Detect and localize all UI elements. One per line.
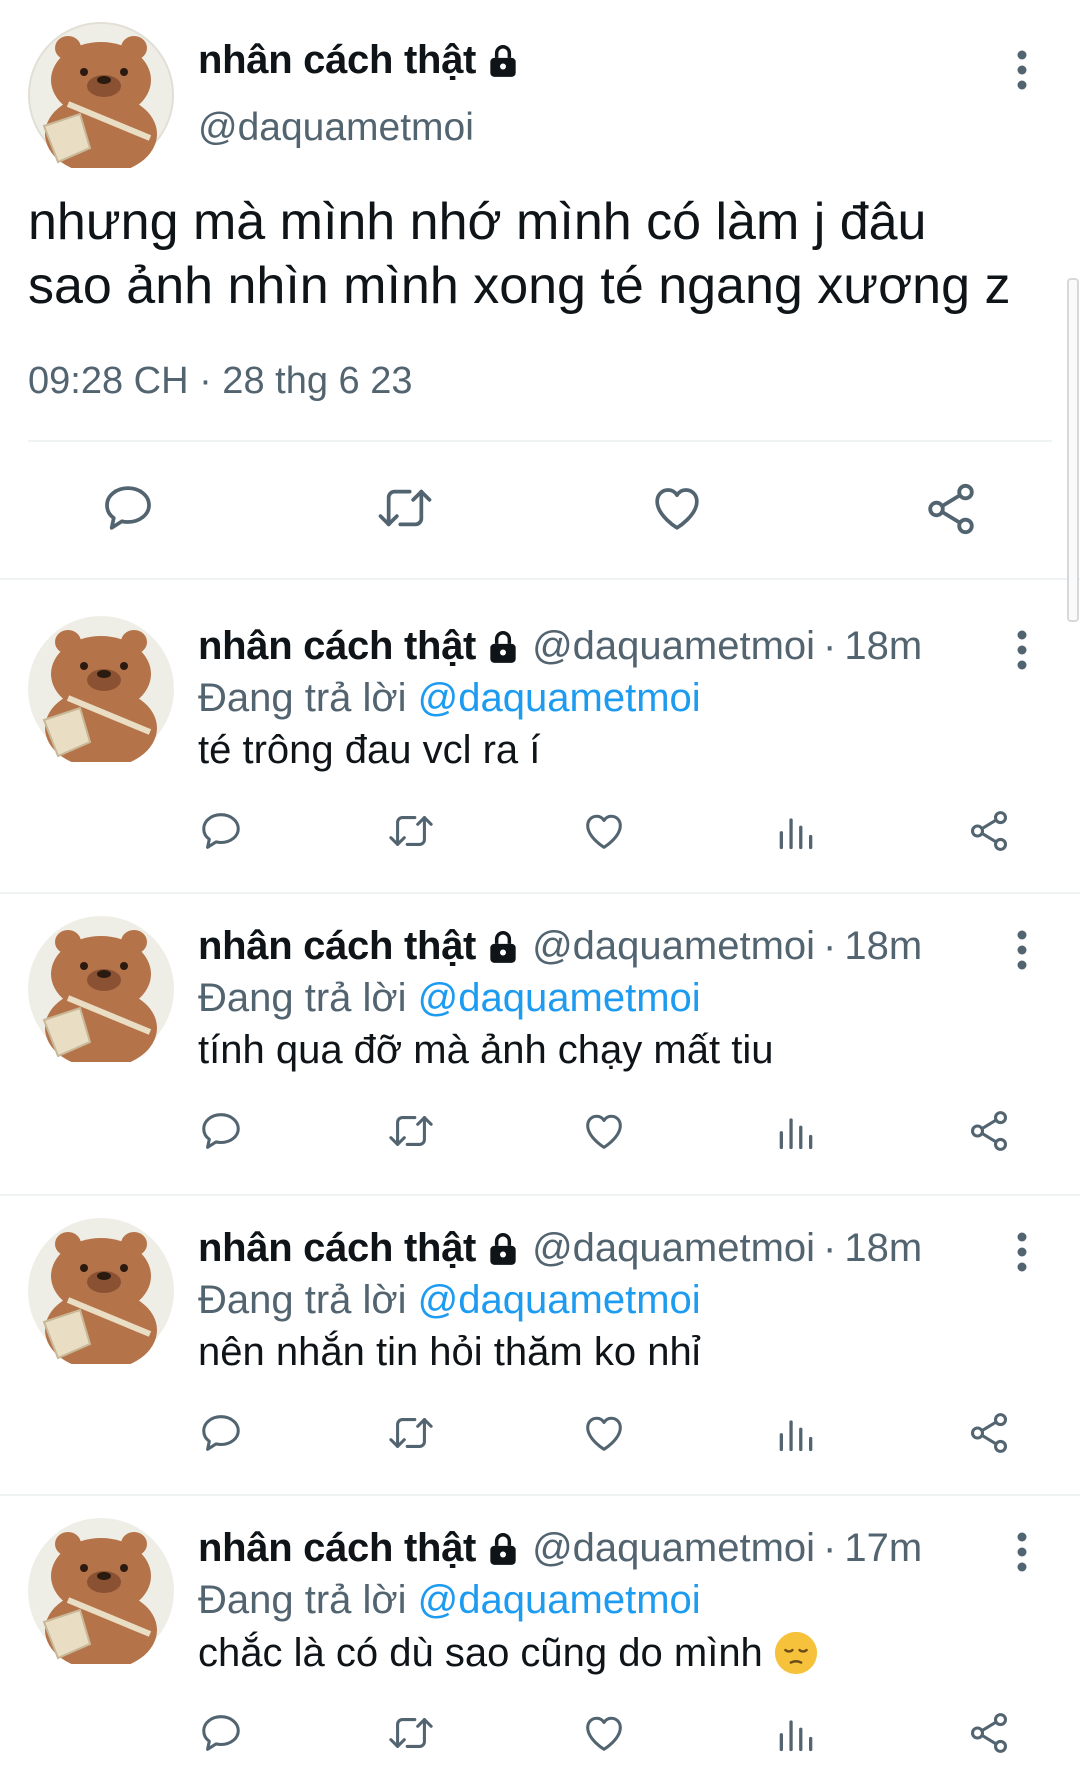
reply-actions — [0, 1108, 1080, 1158]
avatar[interactable] — [28, 22, 174, 174]
retweet-icon[interactable] — [386, 1710, 436, 1756]
relative-time[interactable]: 17m — [844, 1526, 922, 1571]
tweet-actions — [0, 476, 1080, 546]
separator-dot: · — [823, 624, 837, 668]
retweet-icon[interactable] — [374, 480, 436, 536]
replying-to-label: Đang trả lời — [198, 676, 407, 720]
user-handle[interactable]: @daquametmoi — [532, 624, 815, 669]
reply-header: nhân cách thật @daquametmoi · 18m — [198, 624, 922, 669]
tweet-timestamp[interactable]: 09:28 CH · 28 thg 6 23 — [28, 360, 412, 403]
reply-tweet[interactable]: nhân cách thật @daquametmoi · 17m Đang t… — [0, 1482, 1080, 1782]
views-icon[interactable] — [774, 1108, 818, 1154]
mention-link[interactable]: @daquametmoi — [418, 676, 701, 720]
more-options-icon[interactable] — [1012, 628, 1032, 672]
tweet-text: nhưng mà mình nhớ mình có làm j đâu sao … — [28, 190, 1068, 318]
reply-actions — [0, 1410, 1080, 1460]
mention-link[interactable]: @daquametmoi — [418, 976, 701, 1020]
display-name[interactable]: nhân cách thật — [198, 624, 476, 669]
like-icon[interactable] — [580, 1108, 628, 1154]
user-handle[interactable]: @daquametmoi — [532, 1526, 815, 1571]
views-icon[interactable] — [774, 808, 818, 854]
pensive-face-emoji — [773, 1630, 819, 1676]
mention-link[interactable]: @daquametmoi — [418, 1278, 701, 1322]
reply-icon[interactable] — [198, 808, 244, 854]
retweet-icon[interactable] — [386, 1410, 436, 1456]
share-icon[interactable] — [922, 480, 980, 538]
retweet-icon[interactable] — [386, 808, 436, 854]
replying-to: Đang trả lời @daquametmoi — [198, 676, 701, 721]
reply-tweet[interactable]: nhân cách thật @daquametmoi · 18m Đang t… — [0, 1182, 1080, 1482]
main-tweet: nhân cách thật @daquametmoi nhưng mà mìn… — [0, 0, 1080, 578]
divider — [28, 440, 1052, 442]
more-options-icon[interactable] — [1012, 48, 1032, 92]
tweet-text-line: nhưng mà mình nhớ mình có làm j đâu — [28, 193, 927, 251]
mention-link[interactable]: @daquametmoi — [418, 1578, 701, 1622]
reply-actions — [0, 1710, 1080, 1760]
share-icon[interactable] — [966, 1710, 1012, 1756]
display-name[interactable]: nhân cách thật — [198, 1526, 476, 1571]
views-icon[interactable] — [774, 1710, 818, 1756]
share-icon[interactable] — [966, 808, 1012, 854]
scrollbar[interactable] — [1067, 278, 1079, 622]
replying-to-label: Đang trả lời — [198, 976, 407, 1020]
relative-time[interactable]: 18m — [844, 1226, 922, 1271]
replying-to-label: Đang trả lời — [198, 1278, 407, 1322]
reply-actions — [0, 808, 1080, 858]
retweet-icon[interactable] — [386, 1108, 436, 1154]
display-name[interactable]: nhân cách thật — [198, 1226, 476, 1271]
replying-to-label: Đang trả lời — [198, 1578, 407, 1622]
lock-icon — [484, 1230, 522, 1268]
views-icon[interactable] — [774, 1410, 818, 1456]
avatar[interactable] — [28, 616, 174, 768]
reply-icon[interactable] — [198, 1710, 244, 1756]
replying-to: Đang trả lời @daquametmoi — [198, 976, 701, 1021]
separator-dot: · — [823, 924, 837, 968]
user-handle[interactable]: @daquametmoi — [532, 924, 815, 969]
reply-text-row: nên nhắn tin hỏi thăm ko nhỉ — [198, 1330, 701, 1375]
reply-icon[interactable] — [198, 1410, 244, 1456]
avatar[interactable] — [28, 1218, 174, 1370]
reply-header: nhân cách thật @daquametmoi · 18m — [198, 924, 922, 969]
reply-header: nhân cách thật @daquametmoi · 17m — [198, 1526, 922, 1571]
avatar[interactable] — [28, 1518, 174, 1670]
reply-text: té trông đau vcl ra í — [198, 728, 541, 772]
more-options-icon[interactable] — [1012, 928, 1032, 972]
like-icon[interactable] — [648, 480, 706, 536]
reply-icon[interactable] — [100, 480, 156, 536]
reply-text-row: chắc là có dù sao cũng do mình — [198, 1630, 819, 1676]
reply-text: nên nhắn tin hỏi thăm ko nhỉ — [198, 1330, 701, 1374]
tweet-text-line: sao ảnh nhìn mình xong té ngang xương z — [28, 257, 1011, 315]
lock-icon — [484, 628, 522, 666]
reply-text-row: tính qua đỡ mà ảnh chạy mất tiu — [198, 1028, 773, 1073]
like-icon[interactable] — [580, 1710, 628, 1756]
reply-header: nhân cách thật @daquametmoi · 18m — [198, 1226, 922, 1271]
reply-tweet[interactable]: nhân cách thật @daquametmoi · 18m Đang t… — [0, 880, 1080, 1180]
reply-icon[interactable] — [198, 1108, 244, 1154]
share-icon[interactable] — [966, 1108, 1012, 1154]
user-handle[interactable]: @daquametmoi — [198, 106, 474, 150]
user-handle[interactable]: @daquametmoi — [532, 1226, 815, 1271]
reply-text: tính qua đỡ mà ảnh chạy mất tiu — [198, 1028, 774, 1072]
more-options-icon[interactable] — [1012, 1230, 1032, 1274]
relative-time[interactable]: 18m — [844, 624, 922, 669]
lock-icon — [484, 928, 522, 966]
separator-dot: · — [823, 1226, 837, 1270]
display-name[interactable]: nhân cách thật — [198, 924, 476, 969]
lock-icon — [484, 42, 522, 80]
like-icon[interactable] — [580, 1410, 628, 1456]
display-name[interactable]: nhân cách thật — [198, 38, 476, 83]
reply-text: chắc là có dù sao cũng do mình — [198, 1630, 763, 1675]
replying-to: Đang trả lời @daquametmoi — [198, 1278, 701, 1323]
author-name-row: nhân cách thật — [198, 38, 522, 83]
avatar[interactable] — [28, 916, 174, 1068]
reply-tweet[interactable]: nhân cách thật @daquametmoi · 18m Đang t… — [0, 580, 1080, 880]
relative-time[interactable]: 18m — [844, 924, 922, 969]
like-icon[interactable] — [580, 808, 628, 854]
reply-text-row: té trông đau vcl ra í — [198, 728, 540, 773]
separator-dot: · — [823, 1526, 837, 1570]
lock-icon — [484, 1530, 522, 1568]
more-options-icon[interactable] — [1012, 1530, 1032, 1574]
share-icon[interactable] — [966, 1410, 1012, 1456]
replying-to: Đang trả lời @daquametmoi — [198, 1578, 701, 1623]
